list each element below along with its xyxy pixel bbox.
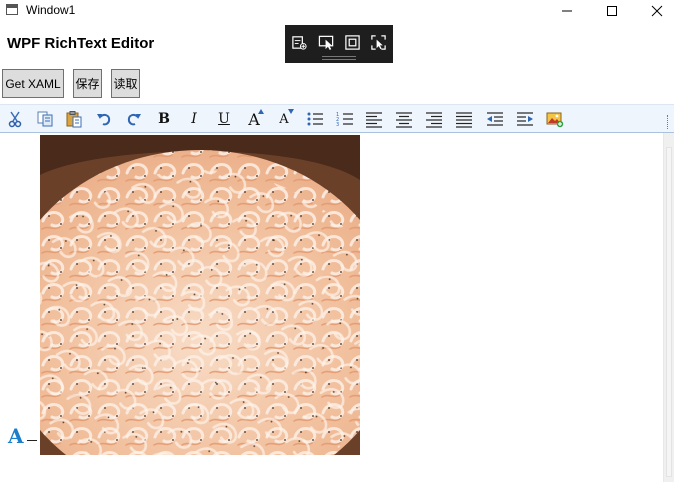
window-title: Window1 [26,3,76,17]
live-visual-tree-button[interactable] [289,32,309,52]
scrollbar-thumb[interactable] [666,147,672,477]
save-button[interactable]: 保存 [73,69,102,98]
shrink-font-button[interactable]: A [273,108,295,130]
increase-indent-icon [517,112,533,126]
align-right-button[interactable] [423,108,445,130]
formatting-toolbar: B I U A A 123 [0,104,674,133]
align-center-icon [396,112,412,128]
grow-font-button[interactable]: A [243,108,265,130]
insert-image-icon [546,112,564,128]
decrease-indent-button[interactable] [484,108,506,130]
toolbar-overflow-grip[interactable] [667,115,670,129]
embedded-image [40,135,360,455]
decrease-indent-icon [487,112,503,126]
vertical-scrollbar[interactable] [663,133,674,482]
numbered-list-icon: 123 [336,112,353,128]
undo-button[interactable] [93,108,115,130]
undo-icon [97,113,111,126]
justify-button[interactable] [453,108,475,130]
live-tree-icon [291,35,307,50]
cut-icon [8,111,22,128]
justify-icon [456,112,472,128]
bold-button[interactable]: B [153,108,175,130]
inline-font-glyph: A [8,424,24,448]
copy-button[interactable] [34,108,56,130]
track-focus-icon [370,34,386,50]
title-bar: Window1 [0,0,674,22]
underline-icon: U [218,111,230,127]
minimize-icon [562,10,572,12]
bold-icon: B [158,111,170,127]
display-adorners-button[interactable] [342,32,362,52]
close-icon [651,5,663,17]
copy-icon [37,111,53,127]
select-element-button[interactable] [316,32,336,52]
select-element-icon [318,35,333,50]
redo-icon [127,113,141,126]
align-center-button[interactable] [393,108,415,130]
align-right-icon [426,112,442,128]
italic-button[interactable]: I [183,108,205,130]
close-button[interactable] [634,0,674,22]
increase-indent-button[interactable] [514,108,536,130]
minimize-button[interactable] [544,0,590,22]
shrink-arrow-icon [288,109,294,114]
track-focus-button[interactable] [368,32,388,52]
insert-image-button[interactable] [544,108,566,130]
align-left-button[interactable] [363,108,385,130]
bullet-list-button[interactable] [304,108,326,130]
inline-underscore [27,440,37,441]
window-icon [6,4,18,15]
svg-text:3: 3 [336,122,339,128]
cut-button[interactable] [4,108,26,130]
align-left-icon [366,112,382,128]
numbered-list-button[interactable]: 123 [334,108,356,130]
get-xaml-button[interactable]: Get XAML [2,69,64,98]
maximize-icon [607,6,617,16]
read-button[interactable]: 读取 [111,69,140,98]
paste-icon [66,111,82,128]
debug-toolbar [285,25,393,63]
redo-button[interactable] [123,108,145,130]
grow-arrow-icon [258,109,264,114]
adorner-icon [344,34,360,50]
debug-toolbar-grip[interactable] [322,56,356,60]
maximize-button[interactable] [589,0,635,22]
page-title: WPF RichText Editor [7,35,155,52]
italic-icon: I [191,111,197,127]
bullet-list-icon [307,112,323,126]
underline-button[interactable]: U [213,108,235,130]
paste-button[interactable] [63,108,85,130]
dried-shrimp-photo [40,135,360,455]
